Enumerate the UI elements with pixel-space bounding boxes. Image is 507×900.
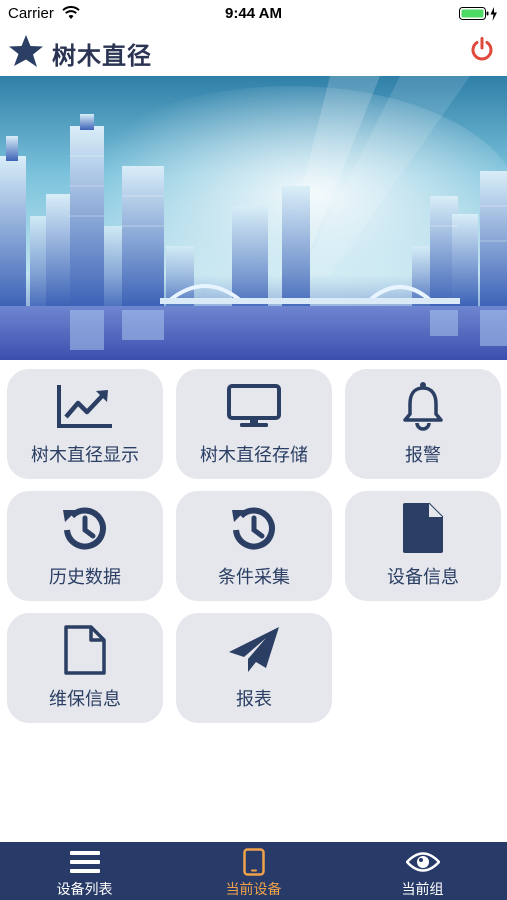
- tile-diameter-storage[interactable]: 树木直径存储: [176, 369, 332, 479]
- battery-icon: [459, 6, 499, 26]
- power-icon[interactable]: [469, 36, 495, 66]
- tile-label: 报警: [405, 445, 441, 466]
- star-icon: [8, 34, 44, 72]
- trend-chart-icon: [7, 381, 163, 431]
- tile-label: 设备信息: [387, 567, 459, 588]
- paper-plane-icon: [176, 625, 332, 675]
- banner-image: [0, 76, 507, 360]
- file-filled-icon: [345, 502, 501, 553]
- tab-device-list[interactable]: 设备列表: [0, 842, 169, 900]
- tab-label: 当前设备: [225, 882, 282, 898]
- tile-label: 历史数据: [49, 567, 121, 588]
- tile-history-data[interactable]: 历史数据: [7, 491, 163, 601]
- bell-icon: [345, 381, 501, 431]
- tile-label: 树木直径存储: [200, 445, 308, 466]
- tile-label: 报表: [236, 689, 272, 710]
- tile-condition-collect[interactable]: 条件采集: [176, 491, 332, 601]
- eye-icon: [338, 848, 507, 876]
- monitor-icon: [176, 381, 332, 431]
- history-icon: [176, 503, 332, 553]
- tile-diameter-display[interactable]: 树木直径显示: [7, 369, 163, 479]
- tab-label: 设备列表: [56, 882, 113, 898]
- tile-label: 树木直径显示: [31, 445, 139, 466]
- history-icon: [7, 503, 163, 553]
- tile-device-info[interactable]: 设备信息: [345, 491, 501, 601]
- clock-label: 9:44 AM: [225, 5, 282, 22]
- tile-alarm[interactable]: 报警: [345, 369, 501, 479]
- tab-current-device[interactable]: 当前设备: [169, 842, 338, 900]
- app-header: 树木直径: [0, 28, 507, 76]
- tab-label: 当前组: [401, 882, 444, 898]
- tab-current-group[interactable]: 当前组: [338, 842, 507, 900]
- tile-report[interactable]: 报表: [176, 613, 332, 723]
- tile-label: 条件采集: [218, 567, 290, 588]
- tile-label: 维保信息: [49, 689, 121, 710]
- file-outline-icon: [7, 625, 163, 675]
- tile-maintenance-info[interactable]: 维保信息: [7, 613, 163, 723]
- tablet-icon: [169, 848, 338, 876]
- list-icon: [0, 848, 169, 876]
- page-title: 树木直径: [52, 42, 152, 70]
- tab-bar: 设备列表 当前设备 当前组: [0, 842, 507, 900]
- status-bar: Carrier 9:44 AM: [0, 0, 507, 28]
